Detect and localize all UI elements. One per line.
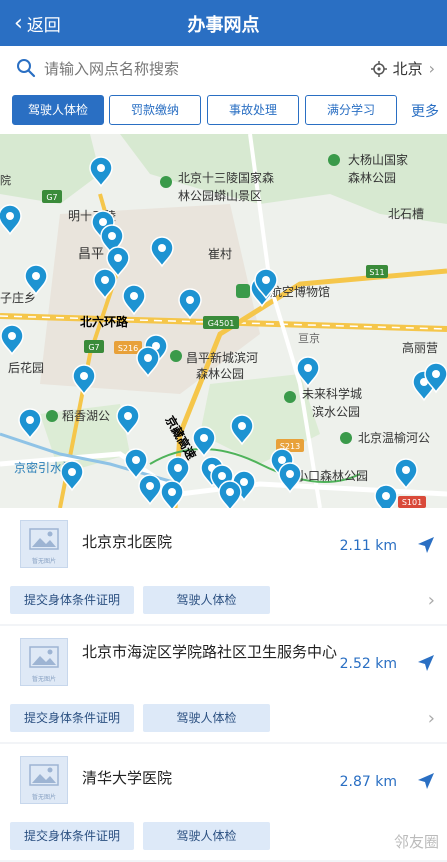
highway-shield-s11: S11 [366, 265, 388, 278]
city-selector[interactable]: 北京 › [370, 58, 435, 79]
search-input[interactable] [42, 55, 326, 83]
tab-full-score-study[interactable]: 满分学习 [305, 95, 397, 125]
map-label: 后花园 [8, 360, 44, 375]
thumbnail: 暂无图片 [20, 520, 68, 568]
map-canvas: G7 G7 G4501 S216 S11 S213 S101 明十三陵 北京十三… [0, 134, 447, 508]
navigate-icon[interactable] [417, 654, 435, 672]
map-label: 森林公园 [348, 170, 396, 185]
map-label: 崔村 [208, 247, 232, 261]
navigate-icon[interactable] [417, 536, 435, 554]
search-icon [17, 59, 36, 78]
map-label: 大杨山国家 [348, 152, 408, 167]
tag-physical-exam[interactable]: 驾驶人体检 [143, 704, 270, 732]
tag-physical-exam[interactable]: 驾驶人体检 [143, 586, 270, 614]
list-item[interactable]: 暂无图片 清华大学医院 2.87 km 提交身体条件证明 驾驶人体检 [0, 744, 447, 860]
list-item[interactable]: 暂无图片 北京京北医院 2.11 km 提交身体条件证明 驾驶人体检 › [0, 508, 447, 624]
tag-submit-proof[interactable]: 提交身体条件证明 [10, 704, 134, 732]
map-label: 滨水公园 [312, 404, 360, 419]
app-header: ‹ 返回 办事网点 [0, 0, 447, 46]
map-label: 高丽营 [402, 340, 438, 355]
svg-text:G7: G7 [88, 343, 99, 352]
map-label: 北京温榆河公 [358, 430, 430, 445]
tag-physical-exam[interactable]: 驾驶人体检 [143, 822, 270, 850]
svg-text:G4501: G4501 [208, 319, 235, 328]
image-placeholder-icon [29, 646, 59, 668]
result-list: 暂无图片 北京京北医院 2.11 km 提交身体条件证明 驾驶人体检 › 暂无图… [0, 508, 447, 862]
watermark: 邻友圈 [393, 833, 439, 851]
thumbnail: 暂无图片 [20, 756, 68, 804]
map-label: 北京十三陵国家森 [178, 170, 274, 185]
tag-submit-proof[interactable]: 提交身体条件证明 [10, 586, 134, 614]
svg-text:S216: S216 [118, 344, 138, 353]
thumbnail: 暂无图片 [20, 638, 68, 686]
highway-shield-s101: S101 [398, 496, 426, 508]
highway-shield-g4501: G4501 [203, 316, 239, 329]
site-name: 北京京北医院 [82, 533, 173, 551]
svg-text:G7: G7 [46, 193, 57, 202]
map-label: 院 [0, 173, 11, 187]
chevron-right-icon[interactable]: › [428, 708, 435, 729]
map-label: 森林公园 [196, 366, 244, 381]
svg-text:S101: S101 [402, 498, 422, 507]
map-label: 稻香湖公 [62, 408, 110, 423]
map-view[interactable]: G7 G7 G4501 S216 S11 S213 S101 明十三陵 北京十三… [0, 134, 447, 508]
chevron-right-icon: › [428, 59, 435, 78]
map-label: 未来科学城 [302, 386, 362, 401]
locate-icon [370, 60, 387, 77]
thumbnail-caption: 暂无图片 [31, 794, 56, 801]
map-label: 昌平新城滨河 [186, 350, 258, 365]
tab-fine-payment[interactable]: 罚款缴纳 [109, 95, 201, 125]
list-item[interactable]: 暂无图片 北京市海淀区学院路社区卫生服务中心 2.52 km 提交身体条件证明 … [0, 626, 447, 742]
svg-text:S11: S11 [369, 268, 384, 277]
museum-icon [236, 284, 250, 298]
more-tabs-button[interactable]: 更多 [411, 101, 439, 121]
navigate-icon[interactable] [417, 772, 435, 790]
map-label: 小口森林公园 [296, 468, 368, 483]
distance: 2.11 km [339, 538, 397, 554]
search-bar: 北京 › [0, 46, 447, 91]
tab-physical-exam[interactable]: 驾驶人体检 [12, 95, 104, 125]
map-label: 亘京 [298, 331, 320, 345]
highway-shield-g7: G7 [84, 340, 104, 353]
city-label: 北京 [392, 60, 423, 78]
thumbnail-caption: 暂无图片 [31, 558, 56, 565]
distance: 2.52 km [339, 656, 397, 672]
location-pin-icon[interactable] [374, 484, 398, 508]
chevron-right-icon[interactable]: › [428, 590, 435, 611]
map-label: 北六环路 [80, 314, 129, 329]
tag-submit-proof[interactable]: 提交身体条件证明 [10, 822, 134, 850]
highway-shield-g7: G7 [42, 190, 62, 203]
map-label: 子庄乡 [0, 290, 36, 305]
image-placeholder-icon [29, 764, 59, 786]
map-label: 林公园蟒山景区 [178, 188, 262, 203]
site-name: 北京市海淀区学院路社区卫生服务中心 [82, 643, 338, 661]
image-placeholder-icon [29, 528, 59, 550]
tab-accident[interactable]: 事故处理 [207, 95, 299, 125]
distance: 2.87 km [339, 774, 397, 790]
highway-shield-s216: S216 [114, 341, 142, 354]
page-title: 办事网点 [187, 15, 260, 36]
site-name: 清华大学医院 [82, 769, 173, 787]
map-label: 北石槽 [388, 207, 424, 221]
category-tabs: 驾驶人体检 罚款缴纳 事故处理 满分学习 更多 [0, 90, 447, 134]
thumbnail-caption: 暂无图片 [31, 676, 56, 683]
map-label: 昌平 [78, 247, 104, 262]
